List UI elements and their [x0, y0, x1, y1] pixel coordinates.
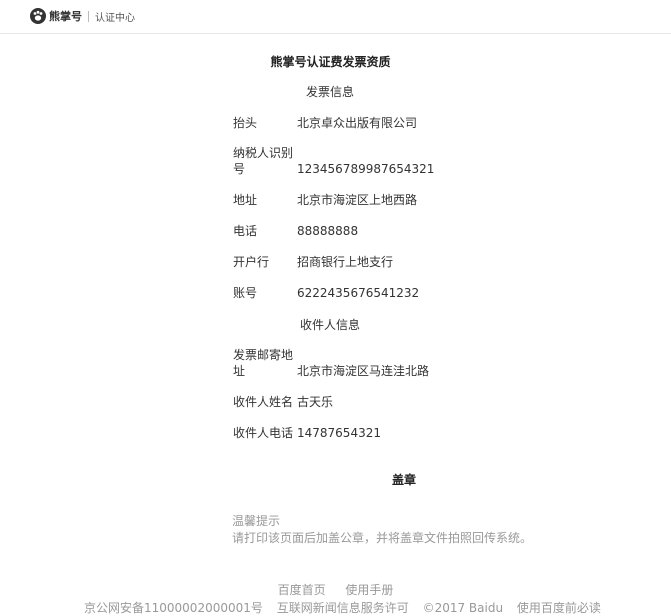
tip-text: 请打印该页面后加盖公章，并将盖章文件拍照回传系统。 — [232, 531, 533, 545]
recipient-name-value: 古天乐 — [297, 395, 334, 409]
invoice-info-heading: 发票信息 — [306, 85, 355, 99]
recipient-phone-value: 14787654321 — [297, 426, 381, 440]
mailing-address-label-line2: 址 — [233, 364, 246, 378]
taxpayer-id-label-line1: 纳税人识别 — [233, 146, 294, 160]
recipient-name-label: 收件人姓名 — [233, 395, 294, 409]
logo-text: 熊掌号 — [49, 10, 82, 23]
taxpayer-id-label-line2: 号 — [233, 162, 246, 176]
stamp-label: 盖章 — [392, 473, 417, 487]
footer-link-terms[interactable]: 使用百度前必读 — [517, 601, 601, 615]
bank-value: 招商银行上地支行 — [297, 255, 394, 269]
paw-icon — [30, 8, 46, 24]
page-title: 熊掌号认证费发票资质 — [270, 55, 391, 69]
phone-value: 88888888 — [297, 224, 359, 238]
header-subtitle: 认证中心 — [95, 12, 135, 24]
footer-legal: 京公网安备11000002000001号 互联网新闻信息服务许可 ©2017 B… — [84, 599, 601, 616]
address-label: 地址 — [233, 193, 258, 207]
bank-label: 开户行 — [233, 255, 270, 269]
account-value: 6222435676541232 — [297, 286, 420, 300]
mailing-address-label-line1: 发票邮寄地 — [233, 348, 294, 362]
invoice-title-value: 北京卓众出版有限公司 — [297, 116, 418, 130]
recipient-info-heading: 收件人信息 — [300, 318, 361, 332]
footer-icp: 京公网安备11000002000001号 — [84, 601, 263, 615]
taxpayer-id-value: 123456789987654321 — [297, 162, 435, 176]
top-bar: 熊掌号 认证中心 — [0, 0, 671, 34]
logo-divider — [88, 10, 89, 22]
tip-title: 温馨提示 — [232, 514, 281, 528]
mailing-address-value: 北京市海淀区马连洼北路 — [297, 364, 430, 378]
footer-copyright: ©2017 Baidu — [422, 601, 504, 615]
address-value: 北京市海淀区上地西路 — [297, 193, 418, 207]
logo[interactable]: 熊掌号 认证中心 — [30, 7, 135, 25]
footer-links: 百度首页 使用手册 — [0, 581, 671, 598]
invoice-title-label: 抬头 — [233, 116, 258, 130]
footer-link-manual[interactable]: 使用手册 — [345, 583, 393, 597]
recipient-phone-label: 收件人电话 — [233, 426, 294, 440]
footer-news-license: 互联网新闻信息服务许可 — [276, 601, 409, 615]
phone-label: 电话 — [233, 224, 258, 238]
footer-link-baidu-home[interactable]: 百度首页 — [278, 583, 326, 597]
account-label: 账号 — [233, 286, 258, 300]
